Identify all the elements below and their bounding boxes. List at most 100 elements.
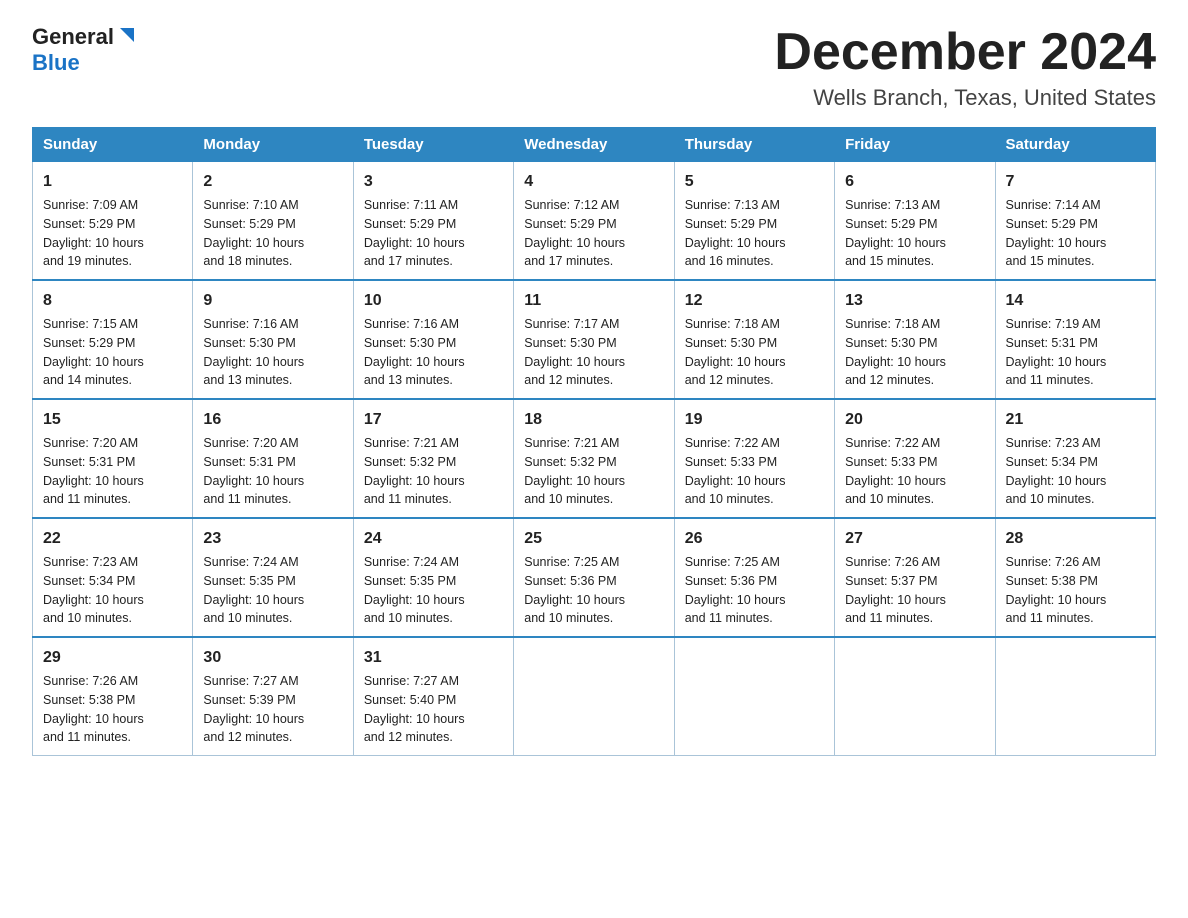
day-cell-30: 30Sunrise: 7:27 AM Sunset: 5:39 PM Dayli… (193, 637, 353, 756)
empty-cell (835, 637, 995, 756)
day-cell-4: 4Sunrise: 7:12 AM Sunset: 5:29 PM Daylig… (514, 162, 674, 281)
weekday-header-friday: Friday (835, 128, 995, 162)
day-number: 30 (203, 646, 342, 670)
day-number: 9 (203, 289, 342, 313)
day-info: Sunrise: 7:16 AM Sunset: 5:30 PM Dayligh… (364, 315, 503, 390)
day-number: 23 (203, 527, 342, 551)
day-cell-11: 11Sunrise: 7:17 AM Sunset: 5:30 PM Dayli… (514, 280, 674, 399)
day-cell-28: 28Sunrise: 7:26 AM Sunset: 5:38 PM Dayli… (995, 518, 1155, 637)
calendar-table: SundayMondayTuesdayWednesdayThursdayFrid… (32, 127, 1156, 756)
day-number: 20 (845, 408, 984, 432)
day-info: Sunrise: 7:17 AM Sunset: 5:30 PM Dayligh… (524, 315, 663, 390)
day-info: Sunrise: 7:25 AM Sunset: 5:36 PM Dayligh… (685, 553, 824, 628)
week-row-3: 15Sunrise: 7:20 AM Sunset: 5:31 PM Dayli… (33, 399, 1156, 518)
day-info: Sunrise: 7:09 AM Sunset: 5:29 PM Dayligh… (43, 196, 182, 271)
weekday-header-saturday: Saturday (995, 128, 1155, 162)
day-cell-20: 20Sunrise: 7:22 AM Sunset: 5:33 PM Dayli… (835, 399, 995, 518)
day-number: 7 (1006, 170, 1145, 194)
day-number: 11 (524, 289, 663, 313)
day-cell-13: 13Sunrise: 7:18 AM Sunset: 5:30 PM Dayli… (835, 280, 995, 399)
weekday-header-monday: Monday (193, 128, 353, 162)
weekday-header-thursday: Thursday (674, 128, 834, 162)
day-cell-18: 18Sunrise: 7:21 AM Sunset: 5:32 PM Dayli… (514, 399, 674, 518)
day-info: Sunrise: 7:13 AM Sunset: 5:29 PM Dayligh… (845, 196, 984, 271)
empty-cell (674, 637, 834, 756)
day-cell-29: 29Sunrise: 7:26 AM Sunset: 5:38 PM Dayli… (33, 637, 193, 756)
day-info: Sunrise: 7:24 AM Sunset: 5:35 PM Dayligh… (364, 553, 503, 628)
day-cell-2: 2Sunrise: 7:10 AM Sunset: 5:29 PM Daylig… (193, 162, 353, 281)
day-info: Sunrise: 7:20 AM Sunset: 5:31 PM Dayligh… (203, 434, 342, 509)
day-cell-1: 1Sunrise: 7:09 AM Sunset: 5:29 PM Daylig… (33, 162, 193, 281)
day-number: 14 (1006, 289, 1145, 313)
day-info: Sunrise: 7:12 AM Sunset: 5:29 PM Dayligh… (524, 196, 663, 271)
week-row-5: 29Sunrise: 7:26 AM Sunset: 5:38 PM Dayli… (33, 637, 1156, 756)
day-info: Sunrise: 7:21 AM Sunset: 5:32 PM Dayligh… (524, 434, 663, 509)
day-cell-8: 8Sunrise: 7:15 AM Sunset: 5:29 PM Daylig… (33, 280, 193, 399)
day-number: 8 (43, 289, 182, 313)
day-info: Sunrise: 7:13 AM Sunset: 5:29 PM Dayligh… (685, 196, 824, 271)
day-info: Sunrise: 7:15 AM Sunset: 5:29 PM Dayligh… (43, 315, 182, 390)
day-number: 15 (43, 408, 182, 432)
week-row-4: 22Sunrise: 7:23 AM Sunset: 5:34 PM Dayli… (33, 518, 1156, 637)
day-number: 12 (685, 289, 824, 313)
day-cell-31: 31Sunrise: 7:27 AM Sunset: 5:40 PM Dayli… (353, 637, 513, 756)
weekday-header-sunday: Sunday (33, 128, 193, 162)
day-number: 22 (43, 527, 182, 551)
day-info: Sunrise: 7:26 AM Sunset: 5:37 PM Dayligh… (845, 553, 984, 628)
day-info: Sunrise: 7:22 AM Sunset: 5:33 PM Dayligh… (685, 434, 824, 509)
day-number: 13 (845, 289, 984, 313)
day-info: Sunrise: 7:26 AM Sunset: 5:38 PM Dayligh… (43, 672, 182, 747)
day-number: 28 (1006, 527, 1145, 551)
day-cell-23: 23Sunrise: 7:24 AM Sunset: 5:35 PM Dayli… (193, 518, 353, 637)
day-info: Sunrise: 7:27 AM Sunset: 5:40 PM Dayligh… (364, 672, 503, 747)
day-number: 25 (524, 527, 663, 551)
day-number: 1 (43, 170, 182, 194)
day-cell-10: 10Sunrise: 7:16 AM Sunset: 5:30 PM Dayli… (353, 280, 513, 399)
day-info: Sunrise: 7:18 AM Sunset: 5:30 PM Dayligh… (685, 315, 824, 390)
day-info: Sunrise: 7:11 AM Sunset: 5:29 PM Dayligh… (364, 196, 503, 271)
title-area: December 2024 Wells Branch, Texas, Unite… (774, 24, 1156, 111)
logo-general: General (32, 25, 114, 49)
day-info: Sunrise: 7:23 AM Sunset: 5:34 PM Dayligh… (43, 553, 182, 628)
month-title: December 2024 (774, 24, 1156, 81)
day-number: 21 (1006, 408, 1145, 432)
day-cell-19: 19Sunrise: 7:22 AM Sunset: 5:33 PM Dayli… (674, 399, 834, 518)
day-cell-27: 27Sunrise: 7:26 AM Sunset: 5:37 PM Dayli… (835, 518, 995, 637)
day-cell-16: 16Sunrise: 7:20 AM Sunset: 5:31 PM Dayli… (193, 399, 353, 518)
day-number: 5 (685, 170, 824, 194)
day-info: Sunrise: 7:20 AM Sunset: 5:31 PM Dayligh… (43, 434, 182, 509)
week-row-1: 1Sunrise: 7:09 AM Sunset: 5:29 PM Daylig… (33, 162, 1156, 281)
location-title: Wells Branch, Texas, United States (774, 85, 1156, 111)
day-cell-21: 21Sunrise: 7:23 AM Sunset: 5:34 PM Dayli… (995, 399, 1155, 518)
day-info: Sunrise: 7:21 AM Sunset: 5:32 PM Dayligh… (364, 434, 503, 509)
logo: General Blue (32, 24, 138, 76)
day-cell-24: 24Sunrise: 7:24 AM Sunset: 5:35 PM Dayli… (353, 518, 513, 637)
day-number: 17 (364, 408, 503, 432)
day-info: Sunrise: 7:27 AM Sunset: 5:39 PM Dayligh… (203, 672, 342, 747)
day-cell-6: 6Sunrise: 7:13 AM Sunset: 5:29 PM Daylig… (835, 162, 995, 281)
day-number: 4 (524, 170, 663, 194)
day-number: 16 (203, 408, 342, 432)
day-cell-15: 15Sunrise: 7:20 AM Sunset: 5:31 PM Dayli… (33, 399, 193, 518)
logo-triangle-icon (116, 24, 138, 46)
day-number: 24 (364, 527, 503, 551)
day-info: Sunrise: 7:26 AM Sunset: 5:38 PM Dayligh… (1006, 553, 1145, 628)
day-number: 19 (685, 408, 824, 432)
logo-blue: Blue (32, 50, 80, 76)
day-info: Sunrise: 7:18 AM Sunset: 5:30 PM Dayligh… (845, 315, 984, 390)
day-number: 31 (364, 646, 503, 670)
day-number: 6 (845, 170, 984, 194)
day-cell-25: 25Sunrise: 7:25 AM Sunset: 5:36 PM Dayli… (514, 518, 674, 637)
day-number: 27 (845, 527, 984, 551)
weekday-header-row: SundayMondayTuesdayWednesdayThursdayFrid… (33, 128, 1156, 162)
day-info: Sunrise: 7:23 AM Sunset: 5:34 PM Dayligh… (1006, 434, 1145, 509)
day-info: Sunrise: 7:19 AM Sunset: 5:31 PM Dayligh… (1006, 315, 1145, 390)
day-info: Sunrise: 7:25 AM Sunset: 5:36 PM Dayligh… (524, 553, 663, 628)
day-cell-12: 12Sunrise: 7:18 AM Sunset: 5:30 PM Dayli… (674, 280, 834, 399)
day-cell-9: 9Sunrise: 7:16 AM Sunset: 5:30 PM Daylig… (193, 280, 353, 399)
header: General Blue December 2024 Wells Branch,… (32, 24, 1156, 111)
day-cell-3: 3Sunrise: 7:11 AM Sunset: 5:29 PM Daylig… (353, 162, 513, 281)
day-info: Sunrise: 7:10 AM Sunset: 5:29 PM Dayligh… (203, 196, 342, 271)
empty-cell (514, 637, 674, 756)
weekday-header-wednesday: Wednesday (514, 128, 674, 162)
